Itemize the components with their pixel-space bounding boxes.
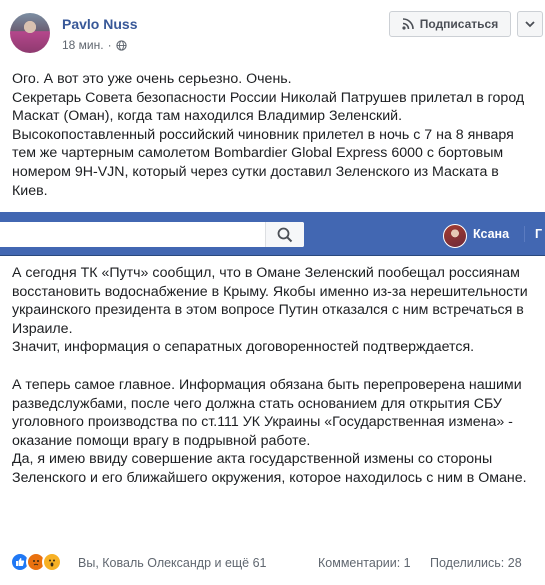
reactions[interactable] [10, 552, 62, 572]
post-text-middle: А сегодня ТК «Путч» сообщил, что в Омане… [12, 264, 537, 357]
search-button[interactable] [265, 222, 304, 247]
post-footer: Вы, Коваль Олександр и ещё 61 Комментари… [0, 548, 545, 578]
paragraph-bottom: А теперь самое главное. Информация обяза… [12, 377, 527, 486]
user-name[interactable]: Ксана [473, 227, 509, 241]
post-meta: 18 мин. · [62, 38, 127, 52]
user-avatar[interactable] [443, 224, 467, 248]
post-text-bottom: А теперь самое главное. Информация обяза… [12, 376, 537, 488]
author-name[interactable]: Pavlo Nuss [62, 16, 137, 32]
comments-count[interactable]: Комментарии: 1 [318, 556, 411, 570]
facebook-top-bar: Ксана Г [0, 212, 545, 256]
meta-separator: · [107, 38, 112, 52]
post-time[interactable]: 18 мин. [62, 38, 104, 52]
chevron-down-icon [525, 20, 535, 27]
subscribe-button[interactable]: Подписаться [389, 11, 511, 37]
shares-count[interactable]: Поделились: 28 [430, 556, 522, 570]
search-input[interactable] [0, 222, 304, 247]
rss-icon [402, 18, 414, 30]
paragraph-middle: А сегодня ТК «Путч» сообщил, что в Омане… [12, 265, 528, 356]
post-header: Pavlo Nuss 18 мин. · Подписаться [0, 0, 545, 62]
search-icon [277, 227, 293, 242]
subscribe-label: Подписаться [419, 17, 499, 31]
globe-icon[interactable] [115, 39, 127, 51]
nav-link-home[interactable]: Г [535, 227, 542, 241]
post-text-top: Ого. А вот это уже очень серьезно. Очень… [12, 70, 537, 200]
nav-divider [524, 226, 525, 242]
wow-icon [42, 552, 62, 572]
reactors-summary[interactable]: Вы, Коваль Олександр и ещё 61 [78, 556, 267, 570]
author-avatar[interactable] [10, 13, 50, 53]
paragraph-top: Ого. А вот это уже очень серьезно. Очень… [12, 71, 525, 199]
post-options-button[interactable] [517, 11, 543, 37]
